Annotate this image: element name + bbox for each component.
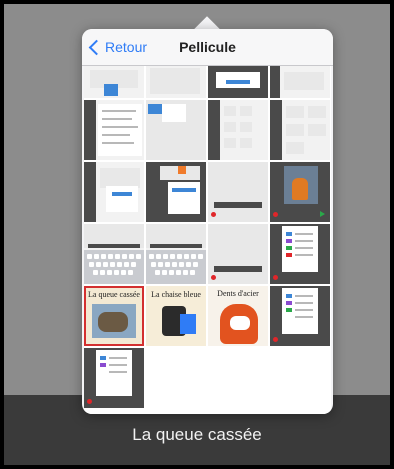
photo-thumbnail-4[interactable] <box>270 66 330 98</box>
book-cover-la-queue-cassee[interactable]: La queue cassée <box>84 286 144 346</box>
record-icon <box>87 399 92 404</box>
play-icon <box>320 211 325 217</box>
book-cover-la-chaise-bleue[interactable]: La chaise bleue <box>146 286 206 346</box>
photo-thumbnail-6[interactable] <box>146 100 206 160</box>
photo-thumbnail-2[interactable] <box>146 66 206 98</box>
popover-title: Pellicule <box>179 39 236 55</box>
book-cover-title: La queue cassée <box>88 290 140 299</box>
record-icon <box>211 212 216 217</box>
photo-thumbnail-3[interactable] <box>208 66 268 98</box>
photo-thumbnail-1[interactable] <box>84 66 144 98</box>
photo-thumbnail-11[interactable] <box>208 162 268 222</box>
current-book-caption: La queue cassée <box>132 425 262 444</box>
photo-thumbnail-16[interactable] <box>270 224 330 284</box>
photo-thumbnail-12[interactable] <box>270 162 330 222</box>
photo-thumbnail-5[interactable] <box>84 100 144 160</box>
book-cover-dents-dacier[interactable]: Dents d'acier <box>208 286 268 346</box>
popover-nav-bar: Retour Pellicule <box>82 29 333 66</box>
photo-thumbnail-8[interactable] <box>270 100 330 160</box>
record-icon <box>273 212 278 217</box>
book-cover-title: Dents d'acier <box>217 289 259 298</box>
book-cover-title: La chaise bleue <box>151 290 201 299</box>
photo-grid: La queue cassée La chaise bleue Dents d'… <box>84 66 331 414</box>
photo-thumbnail-15[interactable] <box>208 224 268 284</box>
record-icon <box>211 275 216 280</box>
photo-thumbnail-13[interactable] <box>84 224 144 284</box>
camera-roll-popover: Retour Pellicule La queue cassée La chai… <box>82 29 333 414</box>
photo-thumbnail-20[interactable] <box>270 286 330 346</box>
photo-thumbnail-21[interactable] <box>84 348 144 408</box>
record-icon <box>273 275 278 280</box>
record-icon <box>273 337 278 342</box>
photo-thumbnail-10[interactable] <box>146 162 206 222</box>
photo-thumbnail-14[interactable] <box>146 224 206 284</box>
photo-thumbnail-9[interactable] <box>84 162 144 222</box>
photo-thumbnail-7[interactable] <box>208 100 268 160</box>
